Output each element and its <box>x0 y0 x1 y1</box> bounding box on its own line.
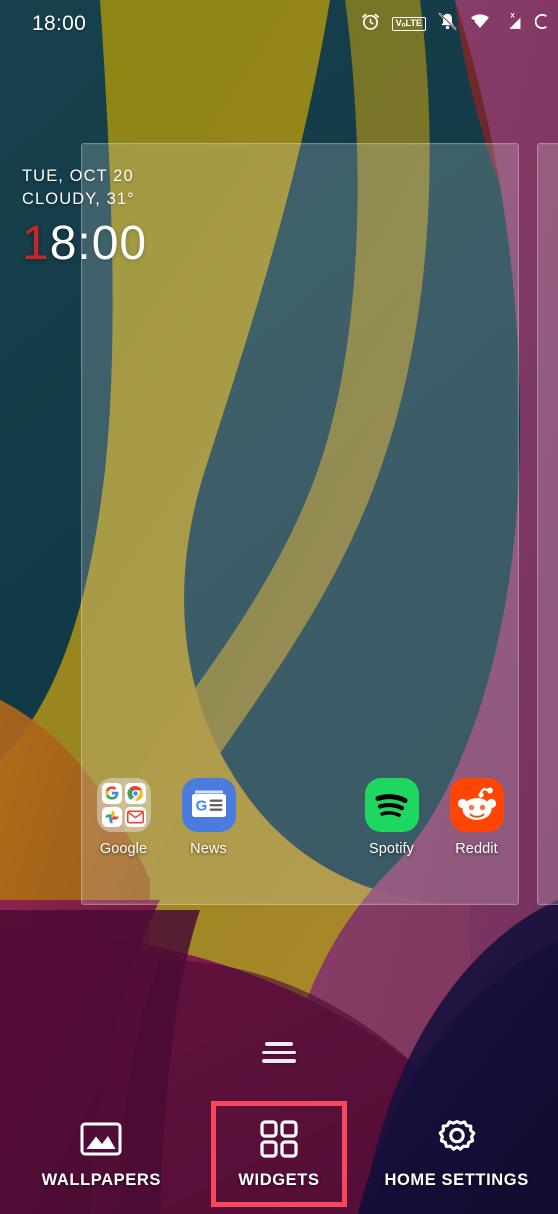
widgets-button[interactable]: WIDGETS <box>210 1101 347 1207</box>
reddit-icon[interactable] <box>449 778 504 832</box>
chrome-icon <box>125 783 146 804</box>
app-label: News <box>190 841 227 857</box>
battery-icon <box>534 11 552 37</box>
mobile-signal-off-icon: x <box>502 10 524 37</box>
action-label: WALLPAPERS <box>41 1171 162 1189</box>
action-label: HOME SETTINGS <box>384 1171 529 1189</box>
home-screen-next-page-preview[interactable] <box>537 143 558 905</box>
status-bar-clock: 18:00 <box>32 12 87 35</box>
status-bar-icons: VₒLTE x <box>360 10 552 37</box>
widgets-grid-icon <box>257 1118 301 1160</box>
wifi-icon <box>469 11 491 37</box>
page-indicator-line <box>265 1042 293 1046</box>
wallpapers-button[interactable]: WALLPAPERS <box>25 1106 177 1202</box>
app-shortcut-google[interactable]: Google <box>81 778 166 857</box>
action-label: WIDGETS <box>238 1171 320 1189</box>
google-search-icon <box>101 783 122 804</box>
app-icon-row: Google G News Spotify Reddit <box>81 778 519 888</box>
alarm-icon <box>360 11 381 37</box>
svg-text:x: x <box>510 11 515 19</box>
gear-icon <box>435 1118 479 1160</box>
home-screen-page-indicator[interactable] <box>0 1042 558 1063</box>
app-label: Spotify <box>368 841 415 857</box>
spotify-icon[interactable] <box>364 778 419 832</box>
google-news-icon[interactable]: G <box>181 778 236 832</box>
home-screen-editor: 18:00 VₒLTE x TUE, OCT 20 CLOUDY, 31° 1 … <box>0 0 558 1214</box>
widget-time-accent-digit: 1 <box>22 217 50 270</box>
page-indicator-line <box>262 1050 296 1054</box>
home-editor-action-bar: WALLPAPERS WIDGETS HOME SETTINGS <box>0 1094 558 1214</box>
google-folder-icon[interactable] <box>96 778 151 832</box>
app-shortcut-reddit[interactable]: Reddit <box>434 778 519 857</box>
image-icon <box>79 1118 123 1160</box>
notifications-muted-icon <box>437 11 458 37</box>
status-bar: 18:00 VₒLTE x <box>0 0 558 48</box>
home-settings-button[interactable]: HOME SETTINGS <box>381 1106 533 1202</box>
app-label: Google <box>99 841 148 857</box>
page-indicator-line <box>262 1059 296 1063</box>
svg-text:G: G <box>195 798 207 815</box>
app-shortcut-news[interactable]: G News <box>166 778 251 857</box>
app-shortcut-spotify[interactable]: Spotify <box>349 778 434 857</box>
volte-icon: VₒLTE <box>391 16 426 32</box>
google-photos-icon <box>101 806 122 827</box>
gmail-icon <box>125 806 146 827</box>
app-label: Reddit <box>455 841 498 857</box>
